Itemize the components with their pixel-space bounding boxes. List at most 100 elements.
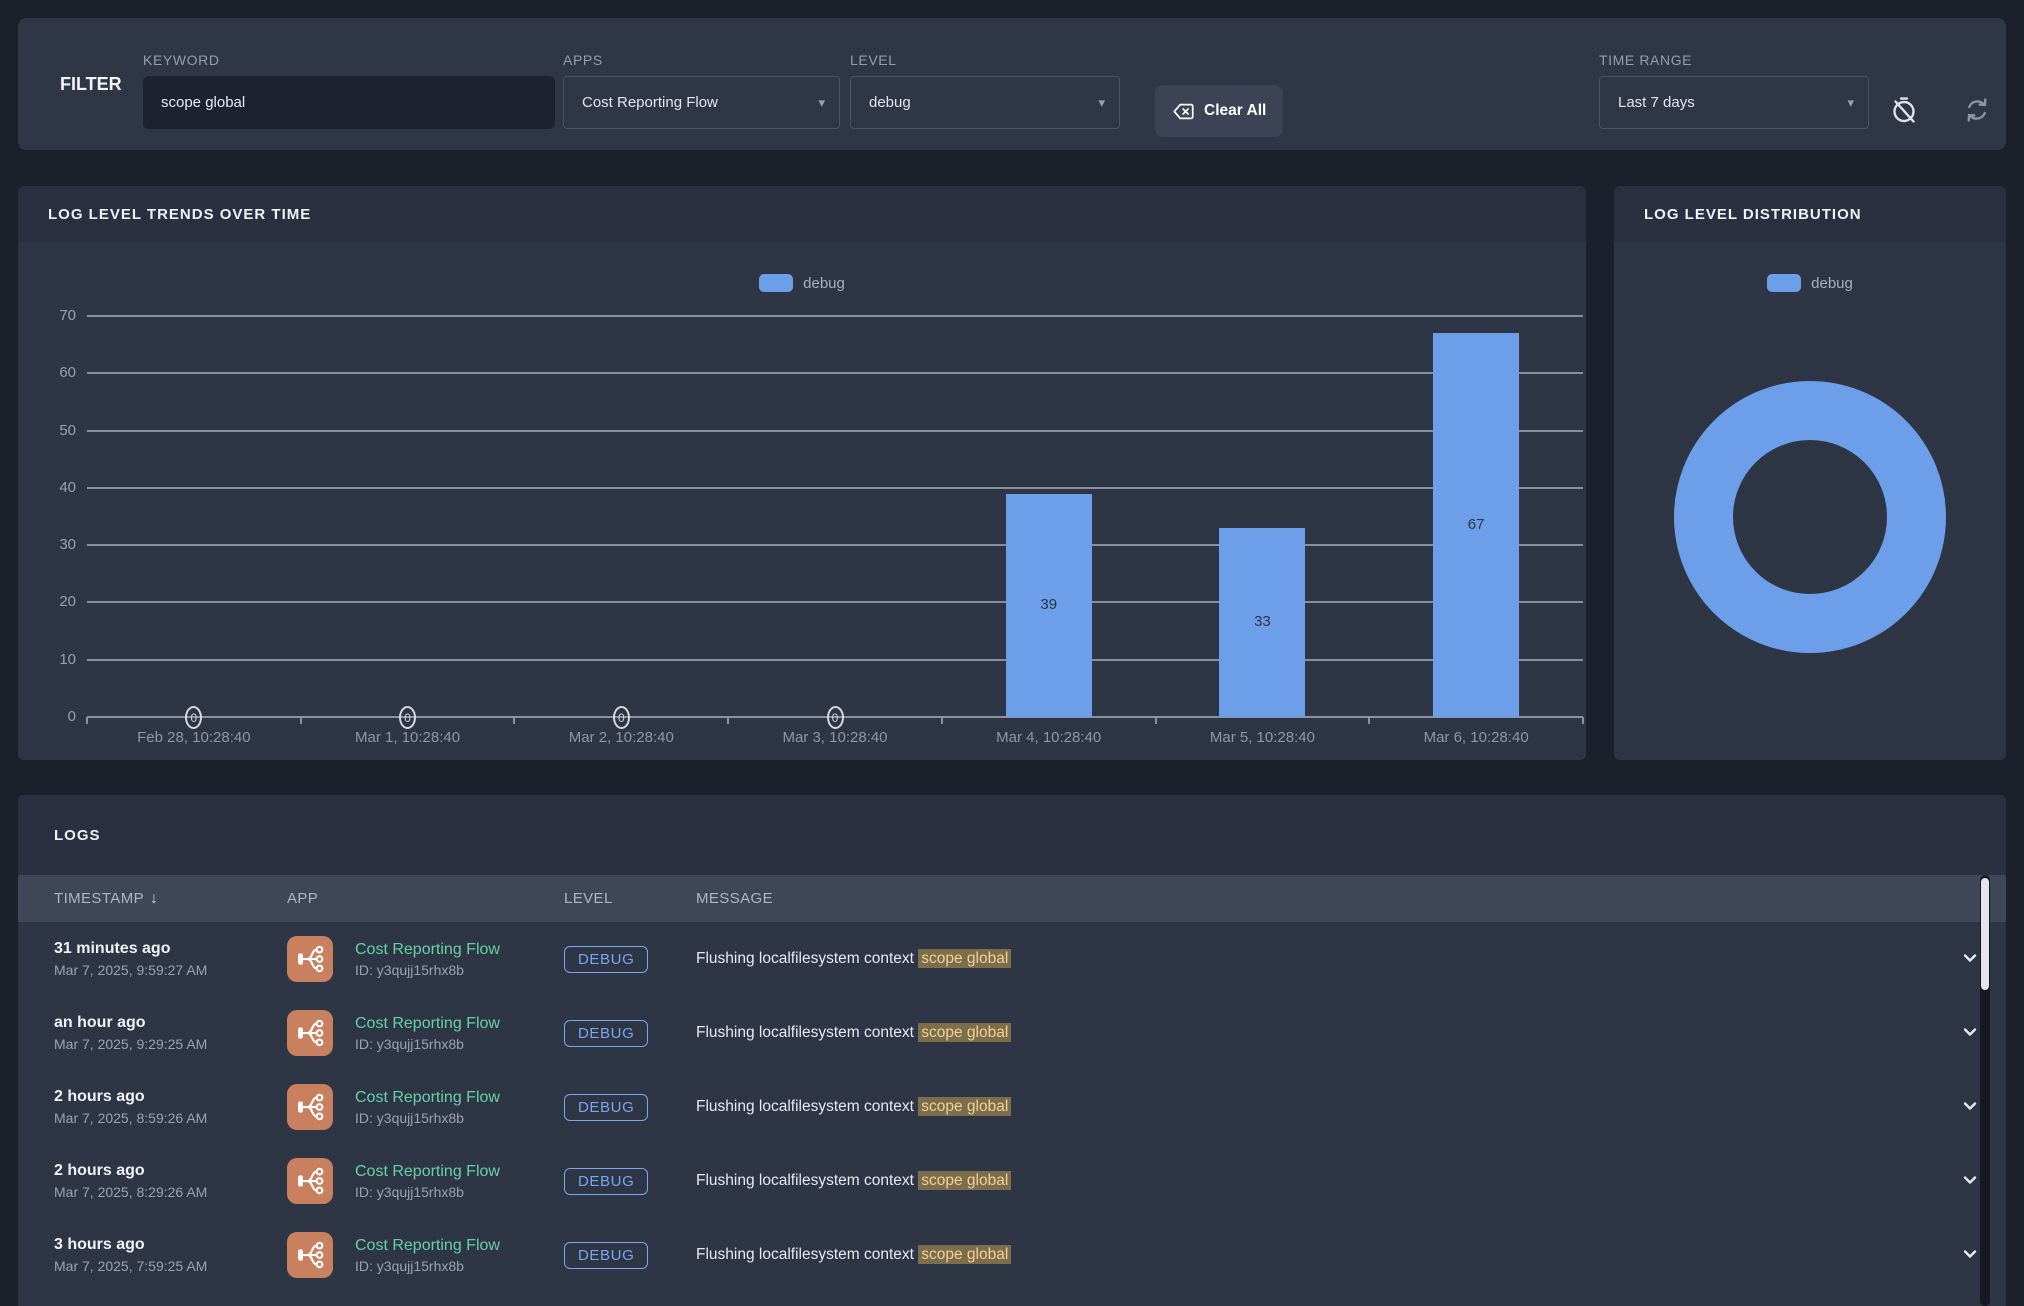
- x-tick-label: Mar 5, 10:28:40: [1155, 729, 1369, 746]
- level-cell: DEBUG: [564, 946, 696, 973]
- y-tick-label: 70: [18, 307, 76, 324]
- x-tick: [86, 717, 88, 724]
- expand-row-button[interactable]: [1958, 946, 1982, 973]
- chevron-down-icon: [1958, 1254, 1982, 1269]
- logs-panel: LOGS TIMESTAMP↓ APP LEVEL MESSAGE 31 min…: [18, 795, 2006, 1306]
- app-name-link[interactable]: Cost Reporting Flow: [355, 1237, 500, 1255]
- time-range-select[interactable]: Last 7 days ▾: [1599, 76, 1869, 129]
- backspace-icon: [1172, 100, 1195, 123]
- message-cell: Flushing localfilesystem context scope g…: [696, 1024, 1934, 1042]
- apps-label: APPS: [563, 52, 603, 68]
- timestamp-cell: 3 hours ago Mar 7, 2025, 7:59:25 AM: [54, 1236, 287, 1274]
- bar-value-label: 67: [1433, 516, 1519, 533]
- logs-table-body: 31 minutes ago Mar 7, 2025, 9:59:27 AM C…: [18, 922, 2006, 1292]
- logs-panel-header: LOGS: [18, 795, 2006, 875]
- app-name-link[interactable]: Cost Reporting Flow: [355, 941, 500, 959]
- app-cell: Cost Reporting Flow ID: y3qujj15rhx8b: [287, 1010, 564, 1056]
- keyword-input[interactable]: [143, 76, 555, 129]
- expand-row-button[interactable]: [1958, 1168, 1982, 1195]
- app-id: ID: y3qujj15rhx8b: [355, 1258, 500, 1274]
- column-header-timestamp[interactable]: TIMESTAMP↓: [54, 890, 287, 908]
- chevron-down-icon: [1958, 958, 1982, 973]
- expand-row-button[interactable]: [1958, 1094, 1982, 1121]
- chevron-down-icon: ▾: [1847, 95, 1854, 111]
- table-row[interactable]: 2 hours ago Mar 7, 2025, 8:59:26 AM Cost…: [18, 1070, 2006, 1144]
- filter-label: FILTER: [60, 18, 122, 150]
- message-text: Flushing localfilesystem context: [696, 1246, 918, 1263]
- column-header-app: APP: [287, 890, 564, 907]
- gridline: [87, 659, 1583, 661]
- absolute-time: Mar 7, 2025, 9:29:25 AM: [54, 1036, 287, 1052]
- logs-panel-title: LOGS: [54, 827, 101, 844]
- table-row[interactable]: an hour ago Mar 7, 2025, 9:29:25 AM Cost…: [18, 996, 2006, 1070]
- x-tick-label: Mar 4, 10:28:40: [942, 729, 1156, 746]
- trends-panel-title: LOG LEVEL TRENDS OVER TIME: [48, 206, 311, 223]
- message-cell: Flushing localfilesystem context scope g…: [696, 1246, 1934, 1264]
- y-tick-label: 20: [18, 593, 76, 610]
- logs-scrollbar-thumb[interactable]: [1981, 878, 1989, 990]
- distribution-legend[interactable]: debug: [1614, 274, 2006, 292]
- x-tick-label: Mar 2, 10:28:40: [514, 729, 728, 746]
- flow-app-icon: [287, 1232, 333, 1278]
- flow-app-icon: [287, 936, 333, 982]
- absolute-time: Mar 7, 2025, 9:59:27 AM: [54, 962, 287, 978]
- column-header-level: LEVEL: [564, 890, 696, 907]
- timer-off-icon: [1889, 113, 1919, 128]
- app-id: ID: y3qujj15rhx8b: [355, 1184, 500, 1200]
- time-range-selected-value: Last 7 days: [1618, 94, 1695, 111]
- trends-panel-header: LOG LEVEL TRENDS OVER TIME: [18, 186, 1586, 242]
- chevron-down-icon: [1958, 1106, 1982, 1121]
- refresh-button[interactable]: [1960, 94, 1994, 128]
- app-cell: Cost Reporting Flow ID: y3qujj15rhx8b: [287, 936, 564, 982]
- app-cell: Cost Reporting Flow ID: y3qujj15rhx8b: [287, 1232, 564, 1278]
- app-name-link[interactable]: Cost Reporting Flow: [355, 1163, 500, 1181]
- message-text: Flushing localfilesystem context: [696, 1098, 918, 1115]
- absolute-time: Mar 7, 2025, 8:59:26 AM: [54, 1110, 287, 1126]
- log-level-distribution-panel: LOG LEVEL DISTRIBUTION debug: [1614, 186, 2006, 760]
- table-row[interactable]: 31 minutes ago Mar 7, 2025, 9:59:27 AM C…: [18, 922, 2006, 996]
- chevron-down-icon: ▾: [818, 95, 825, 111]
- level-cell: DEBUG: [564, 1242, 696, 1269]
- app-cell: Cost Reporting Flow ID: y3qujj15rhx8b: [287, 1158, 564, 1204]
- x-tick: [727, 717, 729, 724]
- zero-value-marker: 0: [399, 706, 416, 729]
- message-keyword-highlight: scope global: [918, 949, 1011, 968]
- timestamp-cell: 2 hours ago Mar 7, 2025, 8:29:26 AM: [54, 1162, 287, 1200]
- x-tick-label: Mar 6, 10:28:40: [1369, 729, 1583, 746]
- table-row[interactable]: 3 hours ago Mar 7, 2025, 7:59:25 AM Cost…: [18, 1218, 2006, 1292]
- message-text: Flushing localfilesystem context: [696, 1024, 918, 1041]
- chevron-down-icon: [1958, 1180, 1982, 1195]
- x-tick: [941, 717, 943, 724]
- timer-off-button[interactable]: [1887, 94, 1921, 128]
- distribution-panel-header: LOG LEVEL DISTRIBUTION: [1614, 186, 2006, 242]
- bar-chart: 010203040506070Feb 28, 10:28:400Mar 1, 1…: [18, 242, 1586, 760]
- level-selected-value: debug: [869, 94, 911, 111]
- zero-value-marker: 0: [185, 706, 202, 729]
- absolute-time: Mar 7, 2025, 7:59:25 AM: [54, 1258, 287, 1274]
- flow-app-icon: [287, 1158, 333, 1204]
- message-keyword-highlight: scope global: [918, 1097, 1011, 1116]
- relative-time: 2 hours ago: [54, 1088, 287, 1106]
- y-tick-label: 30: [18, 536, 76, 553]
- relative-time: 2 hours ago: [54, 1162, 287, 1180]
- x-tick: [1155, 717, 1157, 724]
- flow-app-icon: [287, 1084, 333, 1130]
- chevron-down-icon: ▾: [1098, 95, 1105, 111]
- column-header-message: MESSAGE: [696, 890, 1934, 907]
- level-select[interactable]: debug ▾: [850, 76, 1120, 129]
- expand-row-button[interactable]: [1958, 1242, 1982, 1269]
- y-tick-label: 10: [18, 651, 76, 668]
- x-tick: [513, 717, 515, 724]
- app-name-link[interactable]: Cost Reporting Flow: [355, 1089, 500, 1107]
- level-badge: DEBUG: [564, 1242, 648, 1269]
- gridline: [87, 487, 1583, 489]
- app-name-link[interactable]: Cost Reporting Flow: [355, 1015, 500, 1033]
- expand-row-button[interactable]: [1958, 1020, 1982, 1047]
- clear-all-button[interactable]: Clear All: [1155, 85, 1283, 137]
- apps-select[interactable]: Cost Reporting Flow ▾: [563, 76, 840, 129]
- gridline: [87, 315, 1583, 317]
- zero-value-marker: 0: [613, 706, 630, 729]
- table-row[interactable]: 2 hours ago Mar 7, 2025, 8:29:26 AM Cost…: [18, 1144, 2006, 1218]
- relative-time: 31 minutes ago: [54, 940, 287, 958]
- logs-scrollbar[interactable]: [1980, 875, 1990, 1306]
